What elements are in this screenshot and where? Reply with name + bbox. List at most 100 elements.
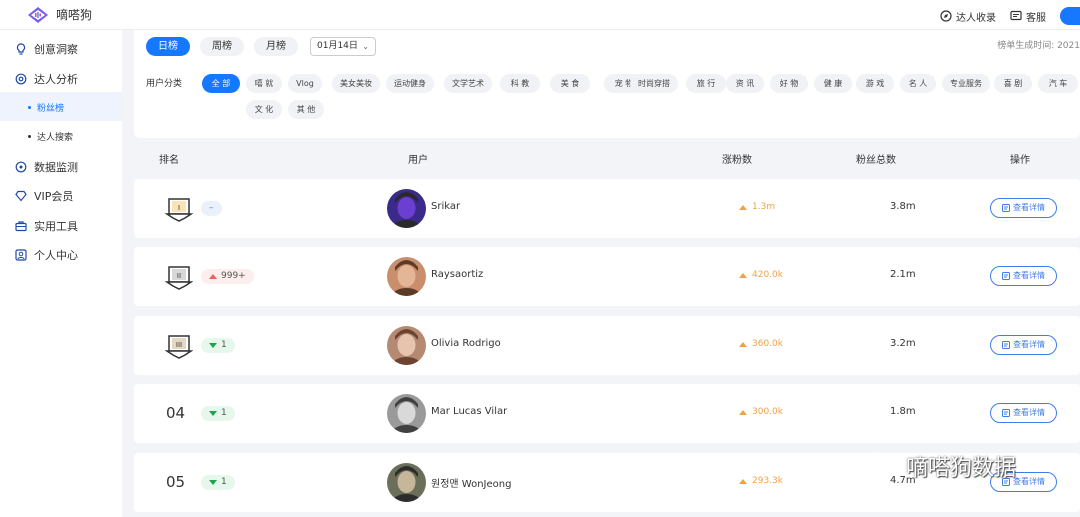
user-name[interactable]: Olivia Rodrigo xyxy=(431,338,501,349)
category-chip[interactable]: 旅 行 xyxy=(686,74,726,93)
view-detail-button[interactable]: 查看详情 xyxy=(990,266,1057,286)
category-chip[interactable]: 名 人 xyxy=(900,74,936,93)
avatar[interactable] xyxy=(387,189,426,228)
sidebar-item-profile[interactable]: 个人中心 xyxy=(15,247,78,263)
arrow-up-icon xyxy=(209,274,217,279)
svg-text:III: III xyxy=(176,341,182,349)
view-detail-label: 查看详情 xyxy=(1013,408,1045,417)
sidebar-subitem-label: 达人搜索 xyxy=(37,133,74,143)
arrow-up-icon xyxy=(739,204,747,210)
category-chip[interactable]: 文学艺术 xyxy=(444,74,492,93)
sidebar-item-label: 个人中心 xyxy=(34,249,78,262)
arrow-up-icon xyxy=(739,409,747,415)
sidebar-item-insight[interactable]: 创意洞察 xyxy=(15,41,78,57)
table-header: 排名 用户 涨粉数 粉丝总数 操作 xyxy=(134,140,1080,176)
rank-change-value: 1 xyxy=(221,477,227,487)
detail-icon xyxy=(1002,409,1010,417)
category-chip[interactable]: Vlog xyxy=(288,74,322,93)
watermark-text: 嘀嗒狗数据 xyxy=(906,456,1017,481)
svg-text:II: II xyxy=(177,272,181,280)
sidebar-item-label: 创意洞察 xyxy=(34,43,78,56)
view-detail-button[interactable]: 查看详情 xyxy=(990,403,1057,423)
header-user: 用户 xyxy=(408,155,428,166)
view-detail-label: 查看详情 xyxy=(1013,477,1045,486)
avatar[interactable] xyxy=(387,394,426,433)
date-value: 01月14日 xyxy=(317,41,358,51)
fans-gain: 420.0k xyxy=(739,270,783,280)
sidebar-item-label: 数据监测 xyxy=(34,161,78,174)
compass-icon xyxy=(940,10,952,22)
toolbox-icon xyxy=(15,221,27,232)
category-chip[interactable]: 美女美妆 xyxy=(332,74,380,93)
fans-gain-value: 1.3m xyxy=(752,202,776,212)
user-name[interactable]: Srikar xyxy=(431,201,460,212)
sidebar-item-label: 达人分析 xyxy=(34,73,78,86)
rank-change-badge: – xyxy=(201,201,222,216)
rank-badge-icon: III xyxy=(165,335,193,359)
tab-monthly[interactable]: 月榜 xyxy=(254,37,298,56)
view-detail-button[interactable]: 查看详情 xyxy=(990,335,1057,355)
category-chip[interactable]: 健 康 xyxy=(814,74,852,93)
sidebar-item-talent-analysis[interactable]: 达人分析 xyxy=(15,71,78,87)
settings-icon xyxy=(15,73,27,85)
avatar[interactable] xyxy=(387,463,426,502)
avatar[interactable] xyxy=(387,326,426,365)
diamond-icon xyxy=(15,190,27,202)
user-name[interactable]: 원정맨 WonJeong xyxy=(431,475,511,490)
category-chip[interactable]: 游 戏 xyxy=(856,74,894,93)
avatar[interactable] xyxy=(387,257,426,296)
rank-change-badge: 999+ xyxy=(201,269,254,284)
app-name: 嘀嗒狗 xyxy=(56,8,93,22)
category-chip[interactable]: 专业服务 xyxy=(942,74,990,93)
rank-change-value: 1 xyxy=(221,340,227,350)
category-chip[interactable]: 运动健身 xyxy=(386,74,434,93)
fans-total: 1.8m xyxy=(890,406,916,417)
table-row: 04 1 Mar Lucas Vilar 300.0k 1.8m 查看详情 xyxy=(134,384,1080,443)
rank-change-value: 1 xyxy=(221,408,227,418)
category-chip[interactable]: 好 物 xyxy=(770,74,808,93)
app-logo[interactable]: 嘀嗒狗 xyxy=(28,6,92,23)
fans-gain: 300.0k xyxy=(739,407,783,417)
user-name[interactable]: Raysaortiz xyxy=(431,269,483,280)
tab-weekly[interactable]: 周榜 xyxy=(200,37,244,56)
category-chip[interactable]: 其 他 xyxy=(288,100,324,119)
generation-time: 榜单生成时间: 2021 xyxy=(997,41,1080,51)
service-link[interactable]: 客服 xyxy=(1010,9,1046,24)
bullet-dot xyxy=(28,135,31,138)
tab-daily[interactable]: 日榜 xyxy=(146,37,190,56)
top-primary-button[interactable] xyxy=(1060,7,1080,25)
date-select[interactable]: 01月14日 ⌄ xyxy=(310,37,376,56)
rank-change-badge: 1 xyxy=(201,475,235,490)
sidebar-subitem-label: 粉丝榜 xyxy=(37,104,65,114)
fans-gain-value: 360.0k xyxy=(752,339,783,349)
table-row: III 1 Olivia Rodrigo 360.0k 3.2m 查看详情 xyxy=(134,316,1080,375)
top-actions: 达人收录 客服 xyxy=(940,7,1080,25)
bulb-icon xyxy=(16,43,26,55)
category-chip[interactable]: 美 食 xyxy=(550,74,590,93)
category-chip[interactable]: 喜 剧 xyxy=(994,74,1032,93)
sidebar-subitem-talent-search[interactable]: 达人搜索 xyxy=(28,130,73,143)
sidebar-subitem-fans-rank[interactable]: 粉丝榜 xyxy=(28,101,64,114)
sidebar-item-monitor[interactable]: 数据监测 xyxy=(15,159,78,175)
category-chip[interactable]: 嘻 就 xyxy=(246,74,282,93)
fans-total: 2.1m xyxy=(890,269,916,280)
collect-link[interactable]: 达人收录 xyxy=(940,9,996,24)
category-chip[interactable]: 资 讯 xyxy=(726,74,764,93)
sidebar-item-tools[interactable]: 实用工具 xyxy=(15,218,78,234)
category-chip[interactable]: 文 化 xyxy=(246,100,282,119)
logo-icon xyxy=(28,6,48,23)
category-chip[interactable]: 全 部 xyxy=(202,74,240,93)
chevron-down-icon: ⌄ xyxy=(362,42,369,51)
detail-icon xyxy=(1002,204,1010,212)
fans-gain: 1.3m xyxy=(739,202,775,212)
rank-badge-icon: I xyxy=(165,198,193,222)
category-chip[interactable]: 时尚穿搭 xyxy=(630,74,678,93)
rank-change-value: 999+ xyxy=(221,271,246,281)
user-name[interactable]: Mar Lucas Vilar xyxy=(431,406,507,417)
rank-change-value: – xyxy=(209,203,214,213)
view-detail-button[interactable]: 查看详情 xyxy=(990,198,1057,218)
view-detail-label: 查看详情 xyxy=(1013,271,1045,280)
sidebar-item-vip[interactable]: VIP会员 xyxy=(15,188,73,204)
category-chip[interactable]: 汽 车 xyxy=(1038,74,1078,93)
category-chip[interactable]: 科 教 xyxy=(500,74,540,93)
